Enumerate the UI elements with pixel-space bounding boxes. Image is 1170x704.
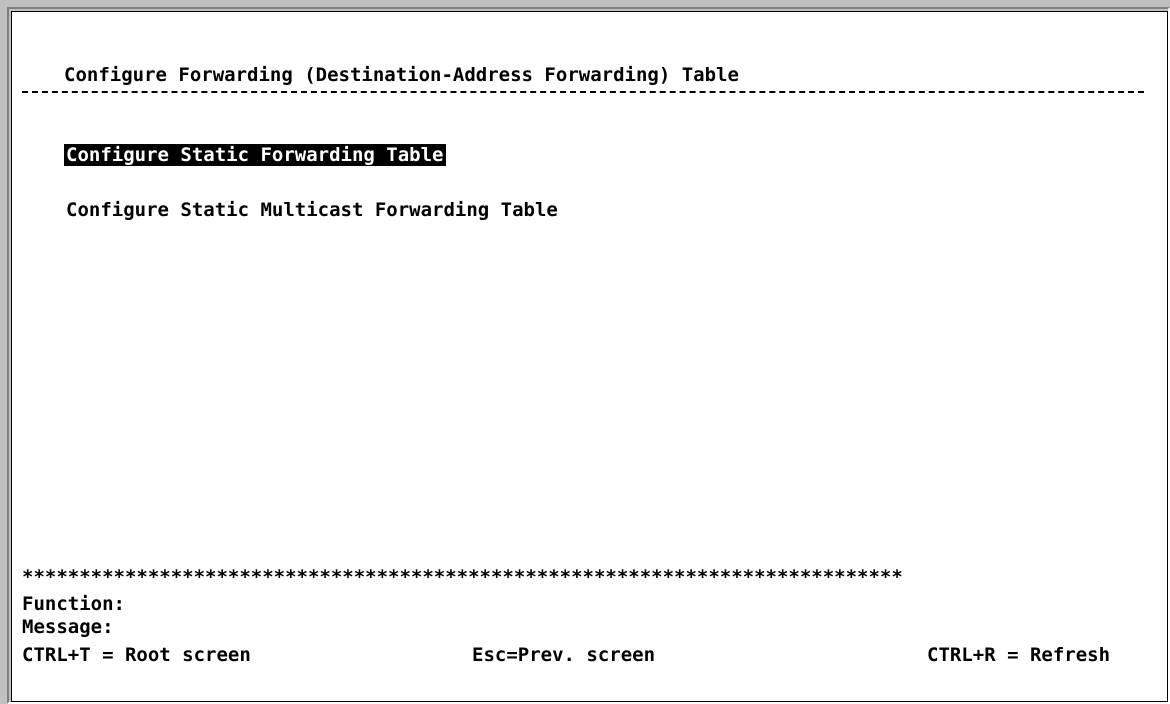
message-label: Message: (22, 616, 114, 638)
menu-item-static-multicast-forwarding[interactable]: Configure Static Multicast Forwarding Ta… (64, 199, 560, 221)
prev-screen-hint[interactable]: Esc=Prev. screen (472, 644, 655, 666)
footer-separator: ****************************************… (22, 566, 903, 588)
root-screen-hint[interactable]: CTRL+T = Root screen (22, 644, 251, 666)
refresh-hint[interactable]: CTRL+R = Refresh (927, 644, 1110, 666)
page-title: Configure Forwarding (Destination-Addres… (64, 64, 739, 86)
function-label: Function: (22, 593, 125, 615)
window-frame: Configure Forwarding (Destination-Addres… (0, 0, 1170, 704)
menu-item-static-forwarding[interactable]: Configure Static Forwarding Table (64, 144, 446, 166)
title-divider (22, 91, 1144, 93)
terminal-screen: Configure Forwarding (Destination-Addres… (11, 11, 1168, 702)
